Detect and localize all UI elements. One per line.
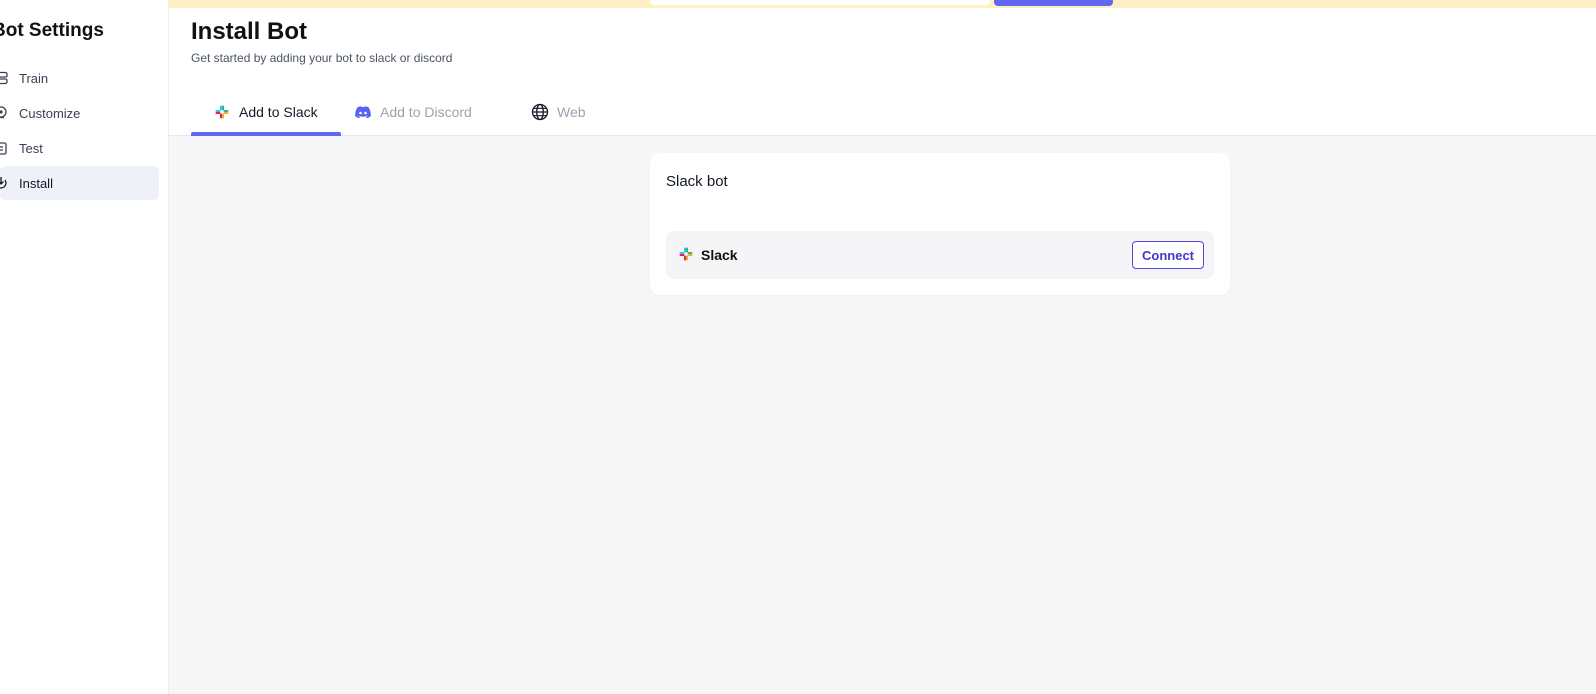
page-title: Install Bot: [191, 18, 308, 45]
slack-bot-card: Slack bot Slack Connect: [650, 153, 1230, 295]
integration-name: Slack: [701, 247, 738, 263]
sidebar-item-train[interactable]: Train: [0, 61, 159, 95]
sidebar-item-label: Test: [19, 140, 43, 156]
sidebar-item-label: Install: [19, 175, 53, 191]
sidebar: Bot Settings Train Customize Test Instal…: [0, 0, 169, 694]
sidebar-item-test[interactable]: Test: [0, 131, 159, 165]
top-banner: [169, 0, 1596, 8]
page-header: Install Bot Get started by adding your b…: [169, 8, 1596, 136]
tab-label: Add to Slack: [239, 104, 318, 120]
globe-icon: [531, 103, 549, 121]
palette-icon: [0, 104, 8, 122]
clipboard-icon: [0, 139, 8, 157]
tab-label: Web: [557, 104, 586, 120]
banner-input[interactable]: [650, 0, 990, 5]
database-icon: [0, 69, 8, 87]
main-content: Slack bot Slack Connect: [169, 136, 1596, 694]
card-title: Slack bot: [666, 173, 728, 190]
sidebar-item-label: Train: [19, 70, 49, 86]
app-window: Bot Settings Train Customize Test Instal…: [0, 0, 1596, 694]
tab-add-to-slack[interactable]: Add to Slack: [213, 88, 318, 136]
sidebar-item-customize[interactable]: Customize: [0, 96, 159, 130]
tab-label: Add to Discord: [380, 104, 472, 120]
tab-web[interactable]: Web: [531, 88, 586, 136]
install-icon: [0, 174, 8, 192]
slack-icon: [679, 247, 695, 263]
sidebar-item-install[interactable]: Install: [0, 166, 159, 200]
discord-icon: [354, 103, 372, 121]
sidebar-item-label: Customize: [19, 105, 81, 121]
slack-icon: [213, 103, 231, 121]
sidebar-title: Bot Settings: [0, 20, 104, 41]
slack-integration-row: Slack Connect: [666, 231, 1214, 279]
banner-button[interactable]: [994, 0, 1113, 6]
tab-add-to-discord[interactable]: Add to Discord: [354, 88, 472, 136]
connect-button[interactable]: Connect: [1132, 241, 1204, 269]
page-subtitle: Get started by adding your bot to slack …: [191, 51, 453, 65]
